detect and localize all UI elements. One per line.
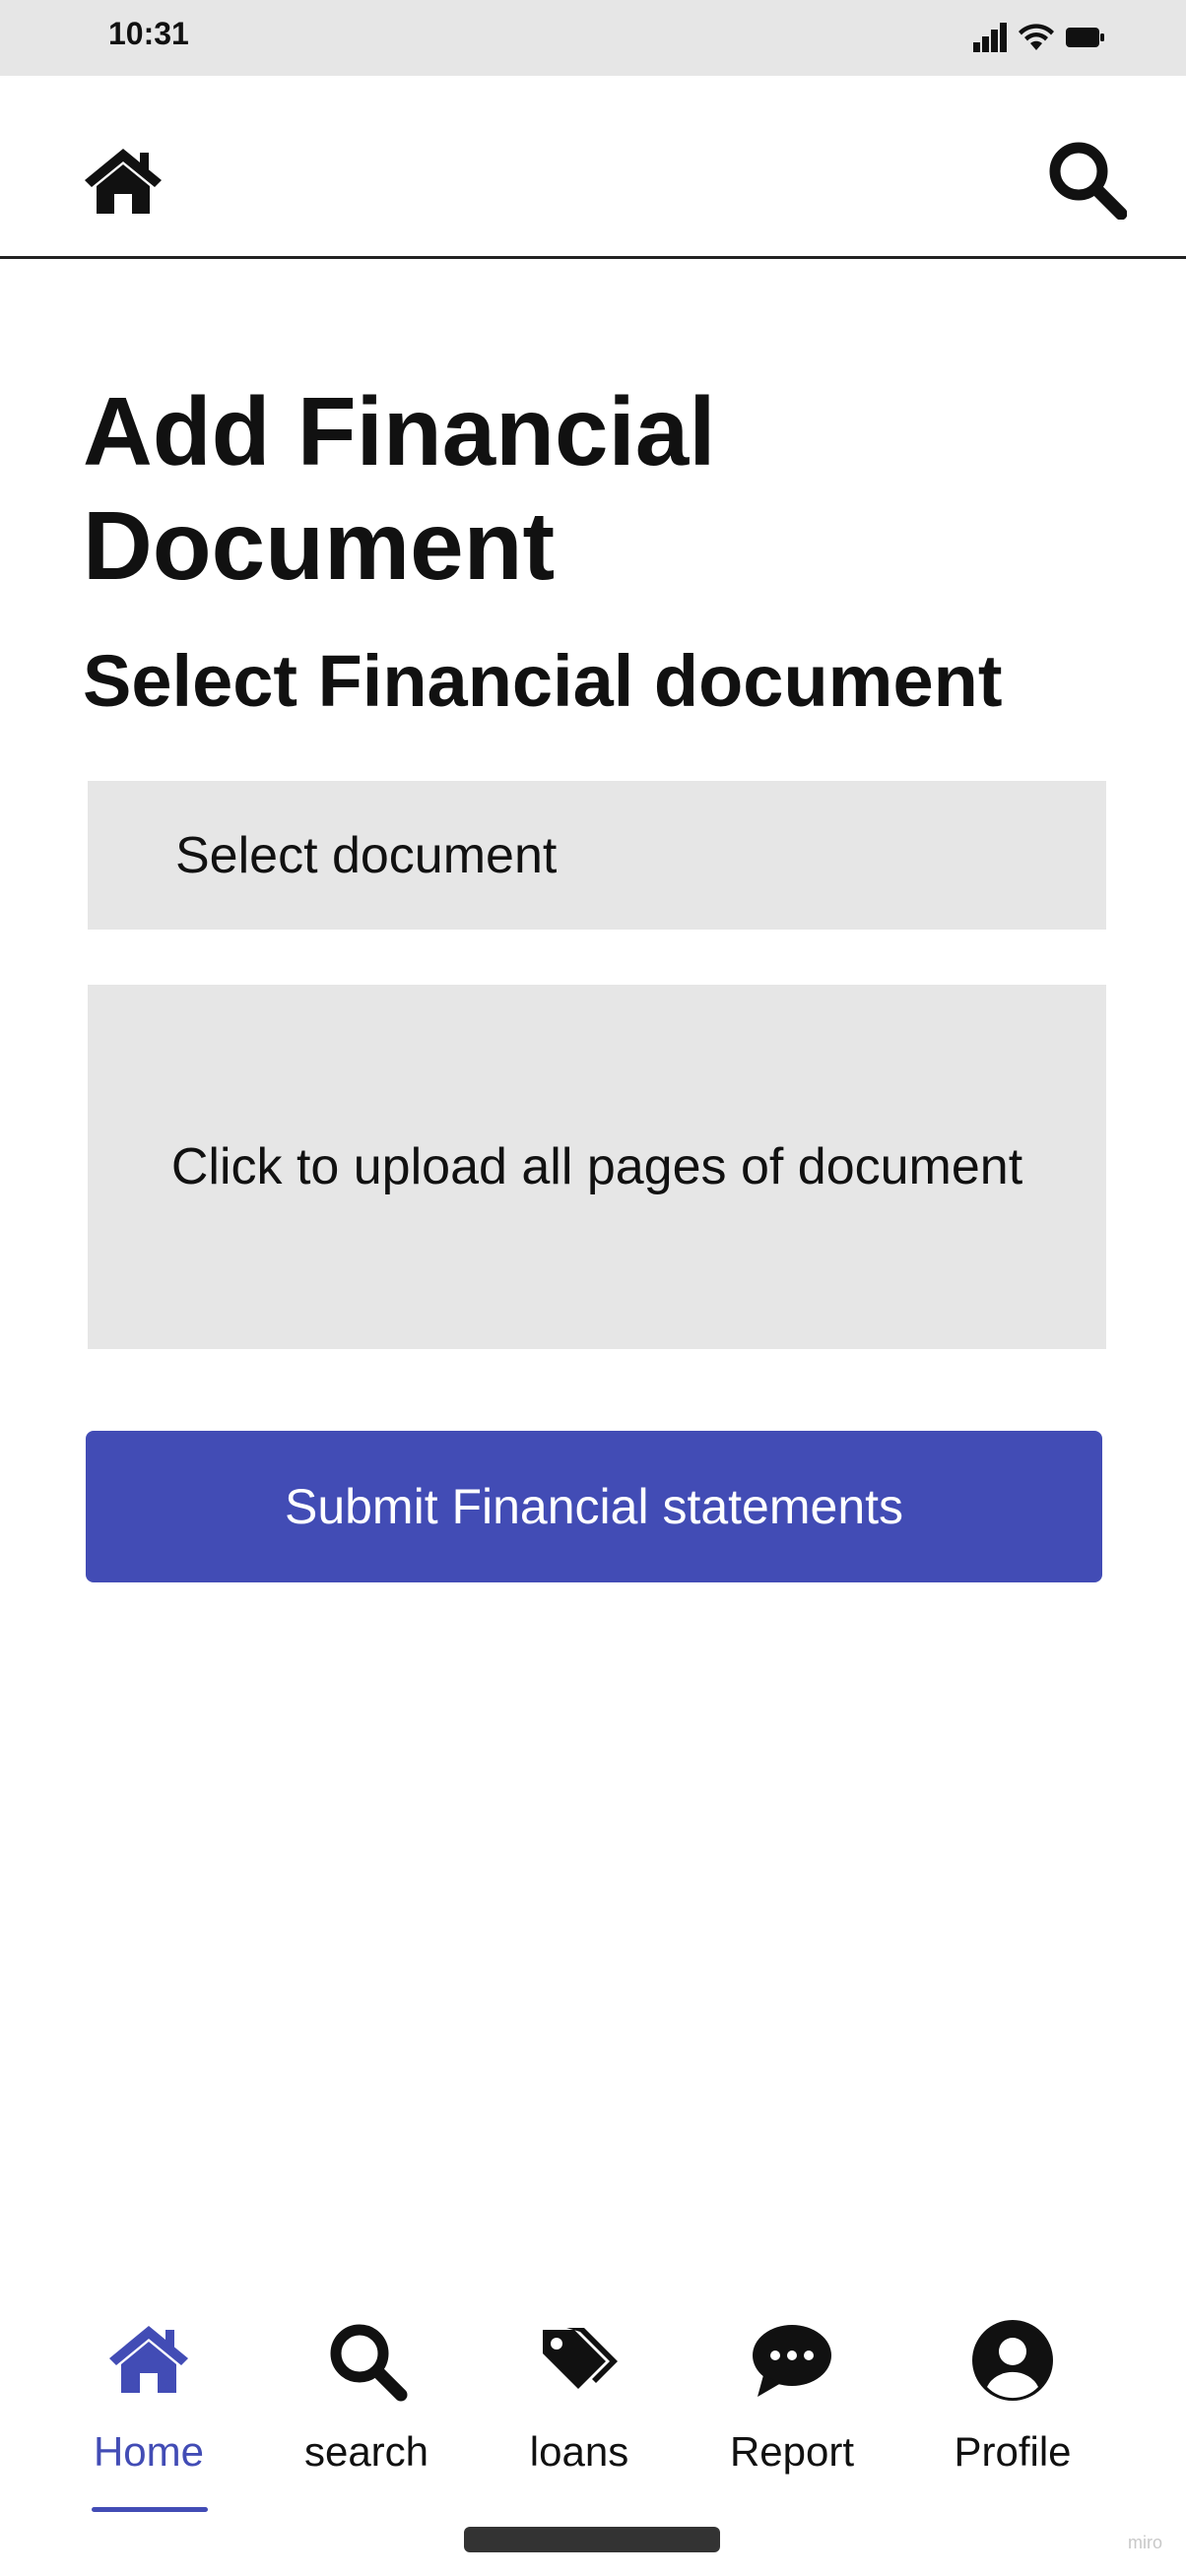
wifi-icon bbox=[1019, 24, 1054, 50]
active-tab-indicator bbox=[92, 2507, 208, 2512]
top-nav bbox=[0, 76, 1186, 259]
upload-label: Click to upload all pages of document bbox=[170, 1138, 1023, 1195]
bottom-nav-home[interactable]: Home bbox=[40, 2294, 257, 2521]
user-circle-icon bbox=[972, 2320, 1053, 2401]
bottom-nav-search[interactable]: search bbox=[258, 2294, 475, 2521]
chat-bubble-icon bbox=[753, 2325, 831, 2397]
document-select[interactable]: Select document bbox=[88, 781, 1106, 930]
watermark: miro bbox=[1128, 2533, 1162, 2552]
status-time: 10:31 bbox=[108, 16, 189, 51]
submit-financial-statements-button[interactable]: Submit Financial statements bbox=[86, 1431, 1102, 1582]
upload-dropzone[interactable]: Click to upload all pages of document bbox=[88, 985, 1106, 1349]
bottom-nav-profile[interactable]: Profile bbox=[904, 2294, 1121, 2521]
home-icon bbox=[109, 2326, 188, 2393]
bottom-nav-loans-label: loans bbox=[529, 2428, 629, 2475]
document-select-placeholder: Select document bbox=[175, 826, 558, 884]
bottom-nav-report[interactable]: Report bbox=[684, 2294, 900, 2521]
section-title: Select Financial document bbox=[83, 640, 1003, 722]
bottom-nav-report-label: Report bbox=[729, 2428, 855, 2475]
battery-icon bbox=[1066, 28, 1104, 47]
page-title: Add Financial Document bbox=[83, 377, 716, 600]
status-icons bbox=[973, 20, 1105, 55]
status-bar: 10:31 bbox=[0, 0, 1186, 76]
bottom-nav-profile-label: Profile bbox=[954, 2428, 1072, 2475]
search-icon[interactable] bbox=[1046, 139, 1127, 220]
app-screen: 10:31 Add Financial Document Select Fina… bbox=[0, 0, 1186, 2576]
tags-icon bbox=[543, 2328, 618, 2389]
cellular-signal-icon bbox=[973, 23, 1007, 52]
search-icon bbox=[330, 2324, 408, 2402]
bottom-nav-loans[interactable]: loans bbox=[471, 2294, 688, 2521]
bottom-nav: Home search loans Report Profile bbox=[0, 2294, 1186, 2521]
home-indicator-bar[interactable] bbox=[464, 2527, 720, 2552]
bottom-nav-search-label: search bbox=[303, 2428, 429, 2475]
home-icon[interactable] bbox=[83, 145, 164, 216]
bottom-nav-home-label: Home bbox=[93, 2428, 205, 2475]
